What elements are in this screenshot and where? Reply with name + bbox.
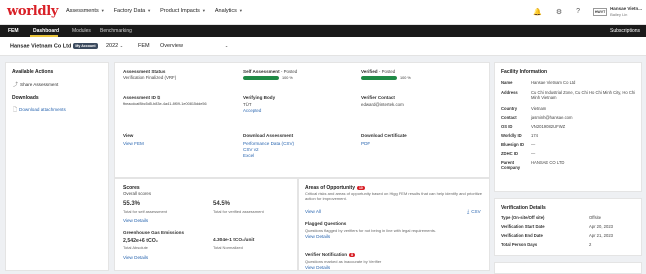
account-badge: My Account [73,43,98,49]
download-excel-link[interactable]: Excel [243,153,254,158]
assessment-status-value: Verification Finalized (VRF) [123,75,177,80]
subscriptions-link[interactable]: Subscriptions [610,28,640,34]
ghg-absolute-description: Total Absolute [123,245,148,250]
verifier-notification-badge: 8 [349,252,356,257]
verifier-notification-title: Verifier Notification 8 [305,252,356,257]
ghg-absolute-value: 2,542e+6 tCO₂ [123,238,159,244]
self-score-description: Total for self assessment [123,209,168,214]
tab-dashboard[interactable]: Dashboard [33,28,59,34]
download-certificate-label: Download Certificate [361,133,407,138]
module-selector[interactable]: FEM [138,43,150,49]
areas-of-opportunity-card: Areas of Opportunity 10 Critical risks an… [298,178,490,271]
verified-progress-fill [361,76,397,80]
ghg-normalized-value: 4.304e-1 tCO₂/unit [213,238,255,243]
chevron-down-icon: ⌄ [119,43,124,48]
download-attachments-link[interactable]: 🗋 Download attachments [13,107,66,115]
view-fem-link[interactable]: View FEM [123,141,144,146]
self-assessment-progress [243,76,279,80]
menu-factory-data[interactable]: Factory Data ▼ [114,8,151,14]
scores-card: Scores Overall scores 55.3% Total for se… [114,178,298,271]
ghg-normalized-description: Total Normalized [213,245,243,250]
settings-gear-icon[interactable]: ⚙ [556,8,562,16]
self-score-value: 55.3% [123,201,141,207]
opportunity-description: Critical risks and areas of opportunity … [305,191,482,201]
scores-view-details-link[interactable]: View Details [123,218,148,223]
top-navigation: worldly Assessments ▼ Factory Data ▼ Produ… [0,0,646,25]
chevron-down-icon: ⌄ [224,43,229,48]
chevron-down-icon: ▼ [238,8,243,13]
menu-product-impacts[interactable]: Product Impacts ▼ [160,8,206,14]
flagged-questions-description: Questions flagged by verifiers for not b… [305,228,436,233]
flagged-questions-view-link[interactable]: View Details [305,234,330,239]
verifier-contact-value: edward@intertek.com [361,102,404,107]
verification-details-card: Verification Details Type (On-site/Off s… [494,198,642,256]
menu-assessments[interactable]: Assessments ▼ [66,8,105,14]
available-actions-title: Available Actions [12,69,54,75]
document-icon: 🗋 [13,107,18,113]
verifier-contact-label: Verifier Contact [361,95,395,100]
verifying-body-label: Verifying Body [243,95,276,100]
assessment-id-label: Assessment ID ⧉ [123,95,161,100]
self-progress-fill [243,76,279,80]
verifier-notification-description: Questions marked as inaccurate by Verifi… [305,259,382,264]
additional-card-edge [494,262,642,274]
download-assessment-label: Download Assessment [243,133,294,138]
company-logo: HWVT [593,7,608,16]
tab-modules[interactable]: Modules [72,28,91,34]
facility-information-title: Facility Information [501,69,548,75]
view-selector[interactable]: Overview ⌄ [160,43,228,49]
verified-progress [361,76,397,80]
main-menu: Assessments ▼ Factory Data ▼ Product Impac… [66,8,243,14]
verified-score-description: Total for verified assessment [213,209,264,214]
header-icons: 🔔 ⚙ ? [533,8,580,16]
tab-benchmarking[interactable]: Benchmarking [100,28,132,34]
tab-fem[interactable]: FEM [8,28,19,34]
company-name: Hansae Vietn... [610,6,642,11]
verified-score-value: 54.5% [213,201,231,207]
assessment-status-label: Assessment Status [123,69,166,74]
verifier-notification-view-link[interactable]: View Details [305,265,330,270]
opportunity-view-all-link[interactable]: View All [305,209,321,214]
assessment-status-card: Assessment Status Verification Finalized… [114,62,490,178]
self-assessment-percent: 100 % [282,76,293,80]
view-label: View [123,133,134,138]
menu-analytics[interactable]: Analytics ▼ [215,8,243,14]
help-icon[interactable]: ? [576,8,580,16]
flagged-questions-title: Flagged Questions [305,221,347,226]
facility-information-card: Facility Information Name Hansae Vietnam … [494,62,642,192]
overall-scores-label: Overall scores [123,191,152,196]
download-csv-link[interactable]: CSV v2 [243,147,259,152]
worldly-logo[interactable]: worldly [7,4,58,19]
downloads-title: Downloads [12,95,39,101]
verification-details-title: Verification Details [501,205,546,211]
verified-header: Verified - Posted [361,69,396,74]
opportunity-count-badge: 10 [357,185,365,190]
assessment-id-value: fbeacdcaf8bc5d5-b83e-4a41-8f09-1e00815dd… [123,102,207,106]
sub-navigation: FEM Dashboard Modules Benchmarking Subsc… [0,25,646,37]
user-name: Bailey Lin [610,11,628,17]
download-performance-data-link[interactable]: Performance Data (CSV) [243,141,294,146]
download-icon: ⤓ [467,209,470,215]
chevron-down-icon: ▼ [100,8,105,13]
notification-bell-icon[interactable]: 🔔 [533,8,542,16]
opportunity-csv-download[interactable]: ⤓ CSV [467,209,481,215]
verifying-body-value: TÜT [243,102,252,107]
verified-percent: 100 % [400,76,411,80]
copy-icon[interactable]: ⧉ [157,95,160,100]
self-assessment-header: Self Assessment - Posted [243,69,298,74]
share-icon: ⤴ [13,82,19,88]
chevron-down-icon: ▼ [201,8,206,13]
ghg-title: Greenhouse Gas Emissions [123,230,185,235]
ghg-view-details-link[interactable]: View Details [123,255,148,260]
year-selector[interactable]: 2022 ⌄ [106,43,123,49]
verifying-body-status: Accepted [243,108,262,113]
share-assessment-button[interactable]: ⤴ Share Assessment [13,81,58,88]
facility-selector[interactable]: Hansae Vietnam Co Ltd My Account [10,43,98,49]
chevron-down-icon: ▼ [147,8,152,13]
filter-bar: Hansae Vietnam Co Ltd My Account 2022 ⌄ F… [0,37,646,56]
available-actions-card: Available Actions ⤴ Share Assessment Down… [5,62,109,271]
account-switcher[interactable]: HWVT Hansae Vietn... Bailey Lin [593,6,642,17]
download-certificate-pdf-link[interactable]: PDF [361,141,370,146]
